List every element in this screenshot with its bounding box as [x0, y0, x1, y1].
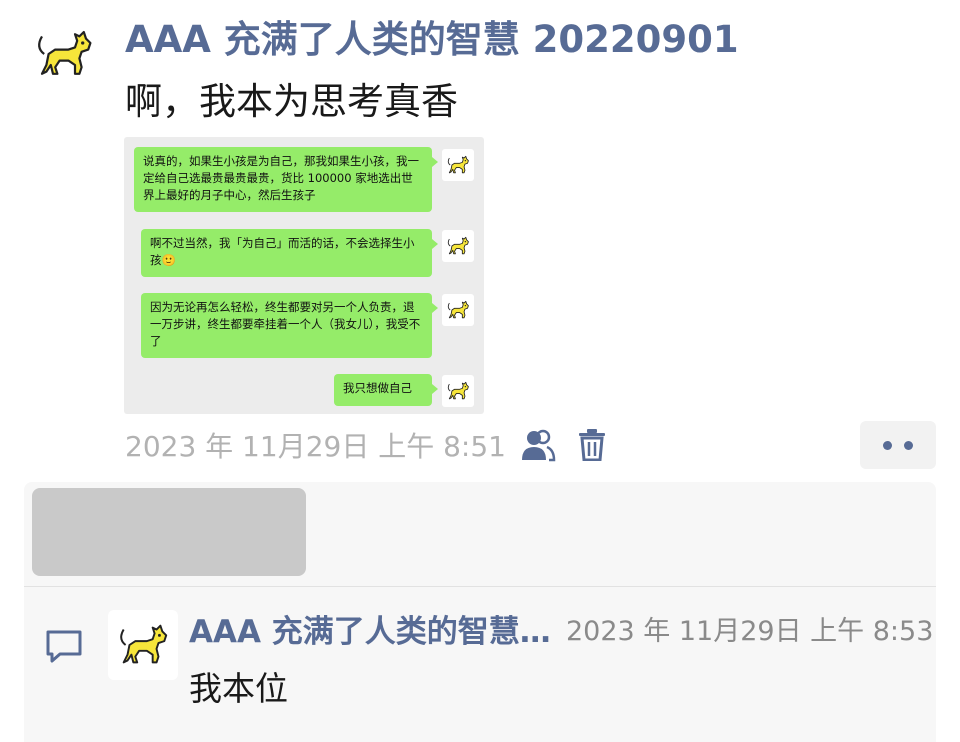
- comment-icon: [44, 626, 84, 666]
- yellow-cat-icon: [445, 233, 471, 259]
- more-icon[interactable]: [860, 421, 936, 469]
- yellow-cat-icon: [445, 152, 471, 178]
- chat-avatar: [442, 294, 474, 326]
- commenter-avatar[interactable]: [108, 610, 178, 680]
- comment-text[interactable]: 我本位: [189, 666, 288, 712]
- chat-avatar: [442, 230, 474, 262]
- chat-bubble-text: 因为无论再怎么轻松，终生都要对另一个人负责，退一万步讲，终生都要牵挂着一个人（我…: [150, 300, 421, 348]
- chat-avatar: [442, 375, 474, 407]
- comment-time: 2023 年 11月29日 上午 8:53: [566, 616, 934, 647]
- post-image[interactable]: 说真的，如果生小孩是为自己，那我如果生小孩，我一定给自己选最贵最贵最贵，货比 1…: [124, 137, 484, 414]
- chat-avatar: [442, 149, 474, 181]
- chat-bubble: 因为无论再怎么轻松，终生都要对另一个人负责，退一万步讲，终生都要牵挂着一个人（我…: [141, 293, 438, 358]
- yellow-cat-icon: [114, 616, 172, 674]
- trash-icon[interactable]: [572, 425, 612, 465]
- chat-bubble: 我只想做自己: [334, 374, 438, 406]
- chat-bubble-text: 啊不过当然，我「为自己」而活的话，不会选择生小孩: [150, 236, 415, 267]
- more-dot: [883, 440, 892, 450]
- poster-avatar[interactable]: [24, 14, 104, 94]
- post-timestamp: 2023 年 11月29日 上午 8:51: [125, 430, 506, 463]
- chat-bubble: 说真的，如果生小孩是为自己，那我如果生小孩，我一定给自己选最贵最贵最贵，货比 1…: [134, 147, 438, 212]
- more-dot: [904, 440, 913, 450]
- likes-placeholder: [32, 488, 306, 576]
- chat-bubble: 啊不过当然，我「为自己」而活的话，不会选择生小孩🙂: [141, 229, 438, 277]
- post-meta: 2023 年 11月29日 上午 8:51: [125, 422, 612, 468]
- yellow-cat-icon: [31, 21, 97, 87]
- chat-bubble-text: 说真的，如果生小孩是为自己，那我如果生小孩，我一定给自己选最贵最贵最贵，货比 1…: [143, 154, 419, 202]
- commenter-nickname[interactable]: AAA 充满了人类的智慧 20220901: [189, 610, 559, 654]
- comments-section: AAA 充满了人类的智慧 20220901 2023 年 11月29日 上午 8…: [24, 482, 936, 742]
- divider: [24, 586, 936, 587]
- friends-icon[interactable]: [518, 425, 558, 465]
- smile-emoji: 🙂: [161, 253, 176, 267]
- poster-nickname[interactable]: AAA 充满了人类的智慧 20220901: [125, 14, 945, 66]
- post-text: 啊，我本为思考真香: [125, 80, 458, 123]
- chat-bubble-text: 我只想做自己: [343, 381, 412, 395]
- yellow-cat-icon: [445, 378, 471, 404]
- yellow-cat-icon: [445, 297, 471, 323]
